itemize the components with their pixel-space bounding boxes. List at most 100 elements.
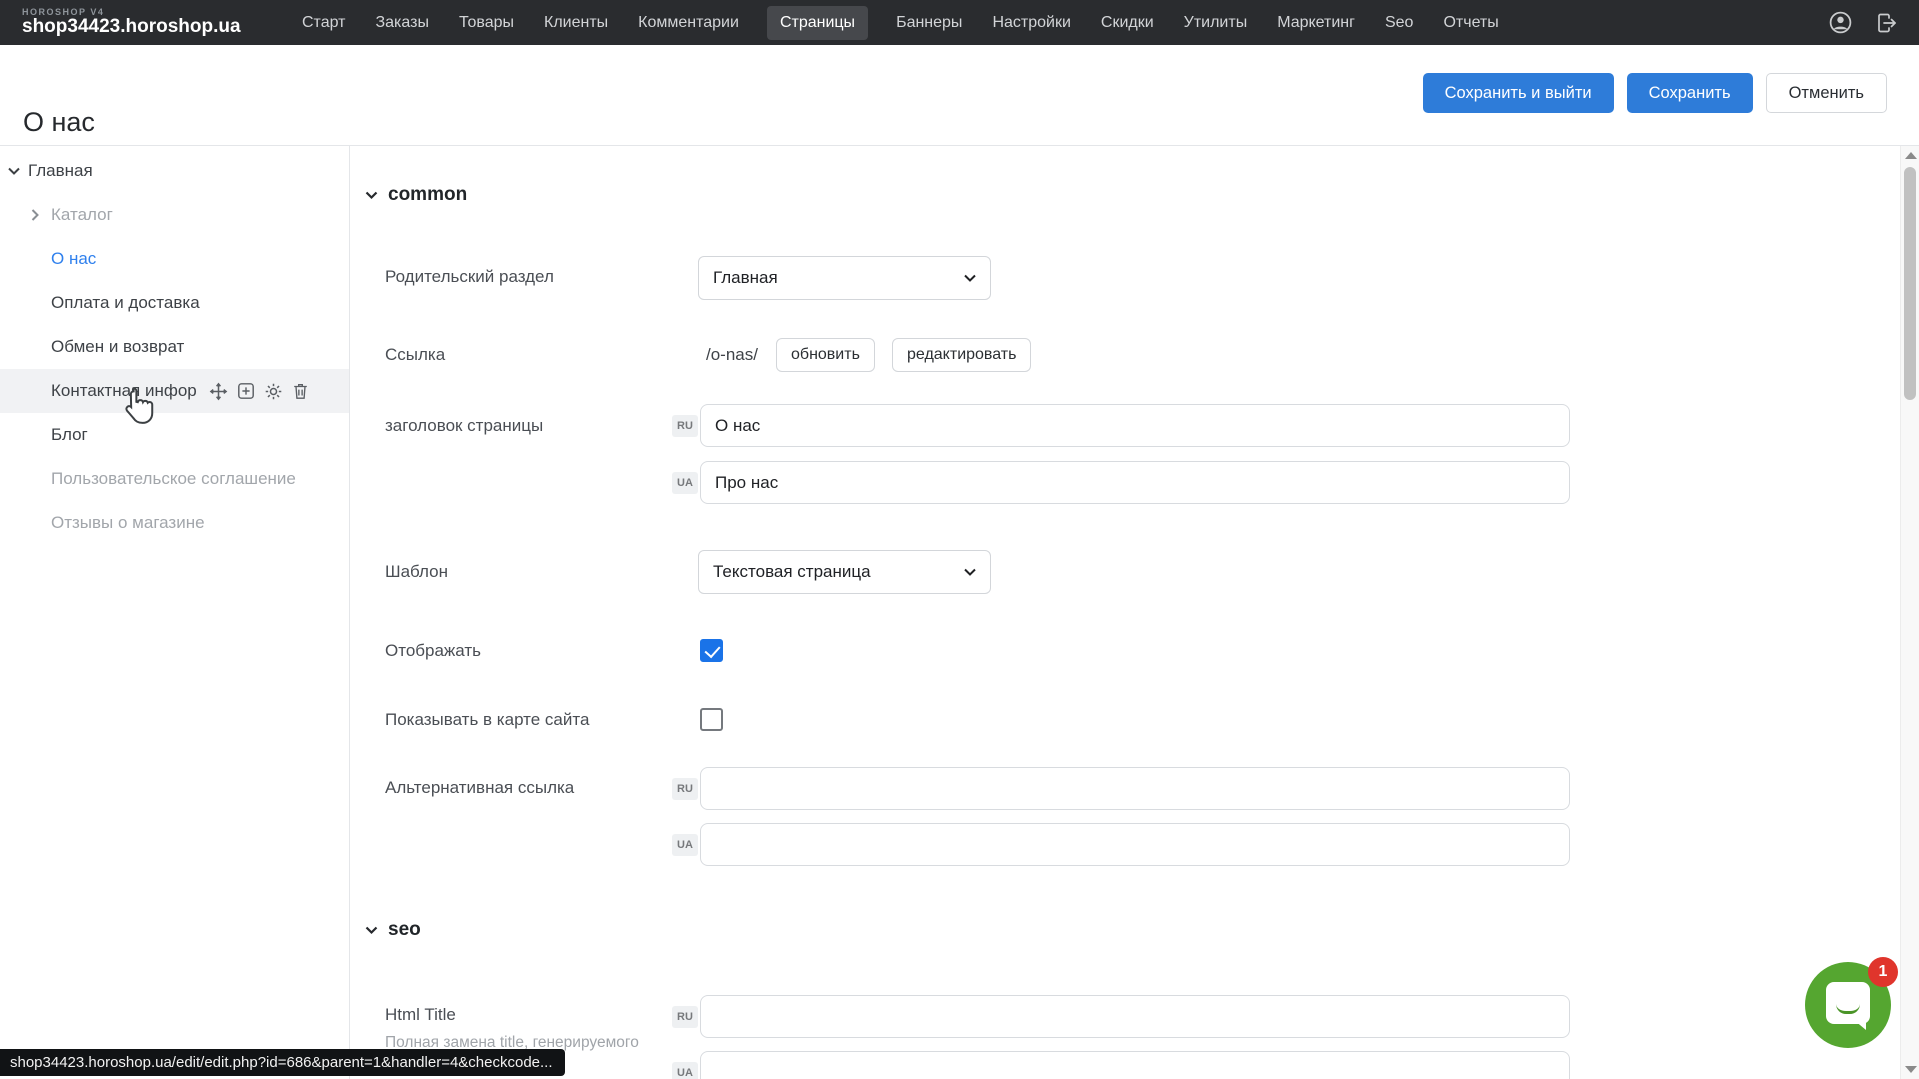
sidebar-item[interactable]: Блог xyxy=(0,413,349,457)
header-buttons: Сохранить и выйти Сохранить Отменить xyxy=(1423,73,1887,113)
sidebar-item-label: Пользовательское соглашение xyxy=(51,469,296,489)
section-common[interactable]: common xyxy=(365,184,467,206)
lang-ua-tag: UA xyxy=(672,472,698,494)
nav-item[interactable]: Скидки xyxy=(1099,6,1156,40)
lang-ru-tag: RU xyxy=(672,1006,698,1028)
delete-trash-icon[interactable] xyxy=(292,382,309,400)
field-label: Ссылка xyxy=(385,345,445,365)
nav-item[interactable]: Seo xyxy=(1383,6,1415,40)
sidebar-item[interactable]: Обмен и возврат xyxy=(0,325,349,369)
html-title-ru-group: RU xyxy=(672,995,1570,1038)
field-label: Html Title xyxy=(385,1005,456,1025)
field-label: Родительский раздел xyxy=(385,267,554,287)
chevron-down-icon xyxy=(365,926,378,935)
section-title: seo xyxy=(388,919,421,941)
display-checkbox[interactable] xyxy=(700,639,723,662)
link-update-button[interactable]: обновить xyxy=(776,338,875,372)
alt-link-ru-group: RU xyxy=(672,767,1570,810)
sidebar-item[interactable]: Оплата и доставка xyxy=(0,281,349,325)
chat-unread-badge: 1 xyxy=(1868,957,1898,987)
save-button[interactable]: Сохранить xyxy=(1627,73,1753,113)
sidebar-item-actions xyxy=(209,382,309,401)
sidebar-item[interactable]: Главная xyxy=(0,149,349,193)
scroll-down-arrow-icon[interactable] xyxy=(1905,1066,1917,1073)
section-title: common xyxy=(388,184,467,206)
field-label: Шаблон xyxy=(385,562,448,582)
alt-link-ua-input[interactable] xyxy=(700,823,1570,866)
logout-icon[interactable] xyxy=(1875,11,1899,35)
html-title-ua-input[interactable] xyxy=(700,1051,1570,1079)
main-nav: Старт Заказы Товары Клиенты Комментарии Стран… xyxy=(300,6,1501,40)
parent-section-select[interactable]: Главная xyxy=(698,256,991,300)
sidebar-item[interactable]: Каталог xyxy=(0,193,349,237)
page-title-ru-input[interactable] xyxy=(700,404,1570,447)
chat-launcher-button[interactable]: 1 xyxy=(1805,962,1891,1048)
section-seo[interactable]: seo xyxy=(365,919,421,941)
alt-link-ua-group: UA xyxy=(672,823,1570,866)
nav-item[interactable]: Старт xyxy=(300,6,347,40)
brand: HOROSHOP V4 shop34423.horoshop.ua xyxy=(22,8,272,37)
link-edit-button[interactable]: редактировать xyxy=(892,338,1031,372)
save-and-exit-button[interactable]: Сохранить и выйти xyxy=(1423,73,1614,113)
nav-item[interactable]: Настройки xyxy=(990,6,1072,40)
lang-ua-tag: UA xyxy=(672,1062,698,1079)
field-label: Отображать xyxy=(385,641,481,661)
select-value: Текстовая страница xyxy=(713,562,871,582)
scroll-up-arrow-icon[interactable] xyxy=(1905,152,1917,159)
tree-down-toggle[interactable] xyxy=(8,167,28,175)
sidebar-item-label: Блог xyxy=(51,425,88,445)
nav-item[interactable]: Баннеры xyxy=(894,6,964,40)
scrollbar[interactable] xyxy=(1900,146,1919,1079)
nav-item[interactable]: Маркетинг xyxy=(1275,6,1357,40)
link-path: /o-nas/ xyxy=(706,345,758,365)
nav-item[interactable]: Утилиты xyxy=(1182,6,1250,40)
field-label: заголовок страницы xyxy=(385,416,543,436)
sidebar-item[interactable]: Отзывы о магазине xyxy=(0,501,349,545)
sidebar-item-label: Контактная инфор xyxy=(51,381,197,401)
chevron-down-icon xyxy=(964,568,976,576)
sidebar-item-label: Главная xyxy=(28,161,93,181)
alt-link-ru-input[interactable] xyxy=(700,767,1570,810)
lang-ua-tag: UA xyxy=(672,834,698,856)
sidebar-item[interactable]: О нас xyxy=(0,237,349,281)
page-title-ru-group: RU xyxy=(672,404,1570,447)
horoshop-admin: HOROSHOP V4 shop34423.horoshop.ua Старт З… xyxy=(0,0,1919,1079)
brand-domain: shop34423.horoshop.ua xyxy=(22,17,272,37)
chevron-down-icon xyxy=(365,191,378,200)
template-select[interactable]: Текстовая страница xyxy=(698,550,991,594)
scrollbar-thumb[interactable] xyxy=(1904,167,1916,400)
lang-ru-tag: RU xyxy=(672,415,698,437)
page-title-ua-input[interactable] xyxy=(700,461,1570,504)
nav-item[interactable]: Комментарии xyxy=(636,6,741,40)
form-area: common Родительский раздел Главная Ссылк… xyxy=(350,146,1900,1079)
chat-smile-icon xyxy=(1836,1004,1860,1014)
pages-tree: Главная Каталог О насОплата и доставка Обме… xyxy=(0,146,350,1079)
page-title-ua-group: UA xyxy=(672,461,1570,504)
move-icon[interactable] xyxy=(209,382,228,401)
sidebar-item[interactable]: Контактная инфор xyxy=(0,369,349,413)
cancel-button[interactable]: Отменить xyxy=(1766,73,1887,113)
html-title-ua-group: UA xyxy=(672,1051,1570,1079)
chevron-down-icon xyxy=(8,167,20,175)
sidebar-item-label: Обмен и возврат xyxy=(51,337,184,357)
sidebar-item[interactable]: Пользовательское соглашение xyxy=(0,457,349,501)
sidebar-item-label: Каталог xyxy=(51,205,113,225)
nav-item[interactable]: Клиенты xyxy=(542,6,610,40)
nav-item[interactable]: Товары xyxy=(457,6,516,40)
nav-item[interactable]: Заказы xyxy=(373,6,430,40)
nav-item[interactable]: Страницы xyxy=(767,6,868,40)
page-header: О нас Сохранить и выйти Сохранить Отмени… xyxy=(0,45,1919,146)
page-title: О нас xyxy=(23,107,95,138)
tree-right-toggle[interactable] xyxy=(31,209,51,221)
topbar: HOROSHOP V4 shop34423.horoshop.ua Старт З… xyxy=(0,0,1919,45)
status-url: shop34423.horoshop.ua/edit/edit.php?id=6… xyxy=(10,1054,553,1071)
settings-gear-icon[interactable] xyxy=(264,382,283,401)
nav-item[interactable]: Отчеты xyxy=(1441,6,1500,40)
select-value: Главная xyxy=(713,268,778,288)
add-page-icon[interactable] xyxy=(237,382,255,400)
status-url-bar: shop34423.horoshop.ua/edit/edit.php?id=6… xyxy=(0,1049,565,1076)
sitemap-checkbox[interactable] xyxy=(700,708,723,731)
account-icon[interactable] xyxy=(1828,10,1853,35)
html-title-ru-input[interactable] xyxy=(700,995,1570,1038)
chevron-right-icon xyxy=(31,209,39,221)
